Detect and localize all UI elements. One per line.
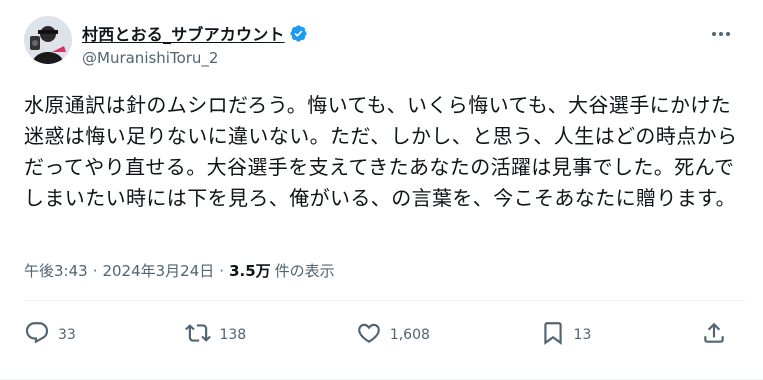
tweet-card: 村西とおる_サブアカウント @MuranishiToru_2 水原通訳は針のムシ… [0,0,763,380]
meta-separator: · [219,261,225,280]
repost-count: 138 [219,327,247,343]
post-date[interactable]: 2024年3月24日 [102,260,214,281]
like-button[interactable]: 1,608 [356,320,430,350]
post-time[interactable]: 午後3:43 [24,260,88,281]
heart-icon [356,320,382,350]
repost-button[interactable]: 138 [185,320,246,350]
reply-count: 33 [58,327,76,343]
bookmark-icon [540,320,566,350]
share-button[interactable] [701,320,727,350]
repost-icon [185,320,212,350]
tweet-meta: 午後3:43 · 2024年3月24日 · 3.5万 件の表示 [24,260,335,281]
avatar[interactable] [24,16,72,64]
author-handle[interactable]: @MuranishiToru_2 [82,49,308,67]
bookmark-count: 13 [573,327,592,343]
author-display-name[interactable]: 村西とおる_サブアカウント [82,21,285,45]
author-names: 村西とおる_サブアカウント @MuranishiToru_2 [82,16,308,67]
display-name-row: 村西とおる_サブアカウント [82,21,308,45]
more-options-icon[interactable] [707,24,735,44]
views-label: 件の表示 [274,262,335,280]
bookmark-button[interactable]: 13 [540,320,592,350]
action-bar: 33 138 1,608 13 [24,318,727,352]
divider [24,300,745,301]
reply-button[interactable]: 33 [24,320,76,350]
reply-icon [24,320,50,350]
share-icon [701,320,727,350]
verified-badge-icon [289,24,308,43]
views-count: 3.5万 [229,262,271,280]
tweet-header: 村西とおる_サブアカウント @MuranishiToru_2 [24,16,745,72]
meta-separator: · [92,261,98,280]
like-count: 1,608 [389,327,430,343]
tweet-text: 水原通訳は針のムシロだろう。悔いても、いくら悔いても、大谷選手にかけた迷惑は悔い… [24,93,738,210]
